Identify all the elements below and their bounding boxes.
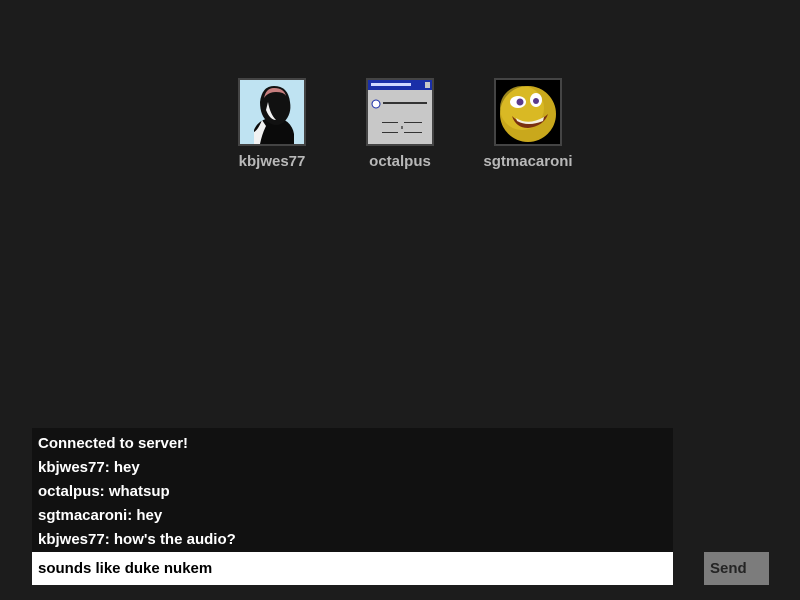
username: octalpus	[369, 153, 431, 170]
user-card-kbjwes77[interactable]: kbjwes77	[212, 78, 332, 170]
avatar	[494, 78, 562, 146]
chat-message: octalpus: whatsup	[38, 483, 170, 500]
chat-message: kbjwes77: how's the audio?	[38, 531, 236, 548]
chat-input[interactable]	[32, 552, 673, 585]
avatar	[238, 78, 306, 146]
chat-message: Connected to server!	[38, 435, 189, 452]
portrait-icon	[240, 80, 304, 144]
user-card-sgtmacaroni[interactable]: sgtmacaroni	[468, 78, 588, 170]
user-card-octalpus[interactable]: octalpus	[340, 78, 460, 170]
chat-message: sgtmacaroni: hey	[38, 507, 163, 524]
avatar	[366, 78, 434, 146]
user-list: kbjwes77 octalpus sgtmacaroni	[0, 78, 800, 178]
chat-message: kbjwes77: hey	[38, 459, 140, 476]
dialog-window-icon	[368, 80, 432, 144]
chat-log: Connected to server! kbjwes77: hey octal…	[32, 428, 673, 552]
username: sgtmacaroni	[483, 153, 573, 170]
send-button[interactable]: Send	[704, 552, 769, 585]
voice-chat-app: kbjwes77 octalpus sgtmacaroni Connected …	[0, 0, 800, 600]
username: kbjwes77	[238, 153, 306, 170]
smiley-face-icon	[496, 80, 560, 144]
